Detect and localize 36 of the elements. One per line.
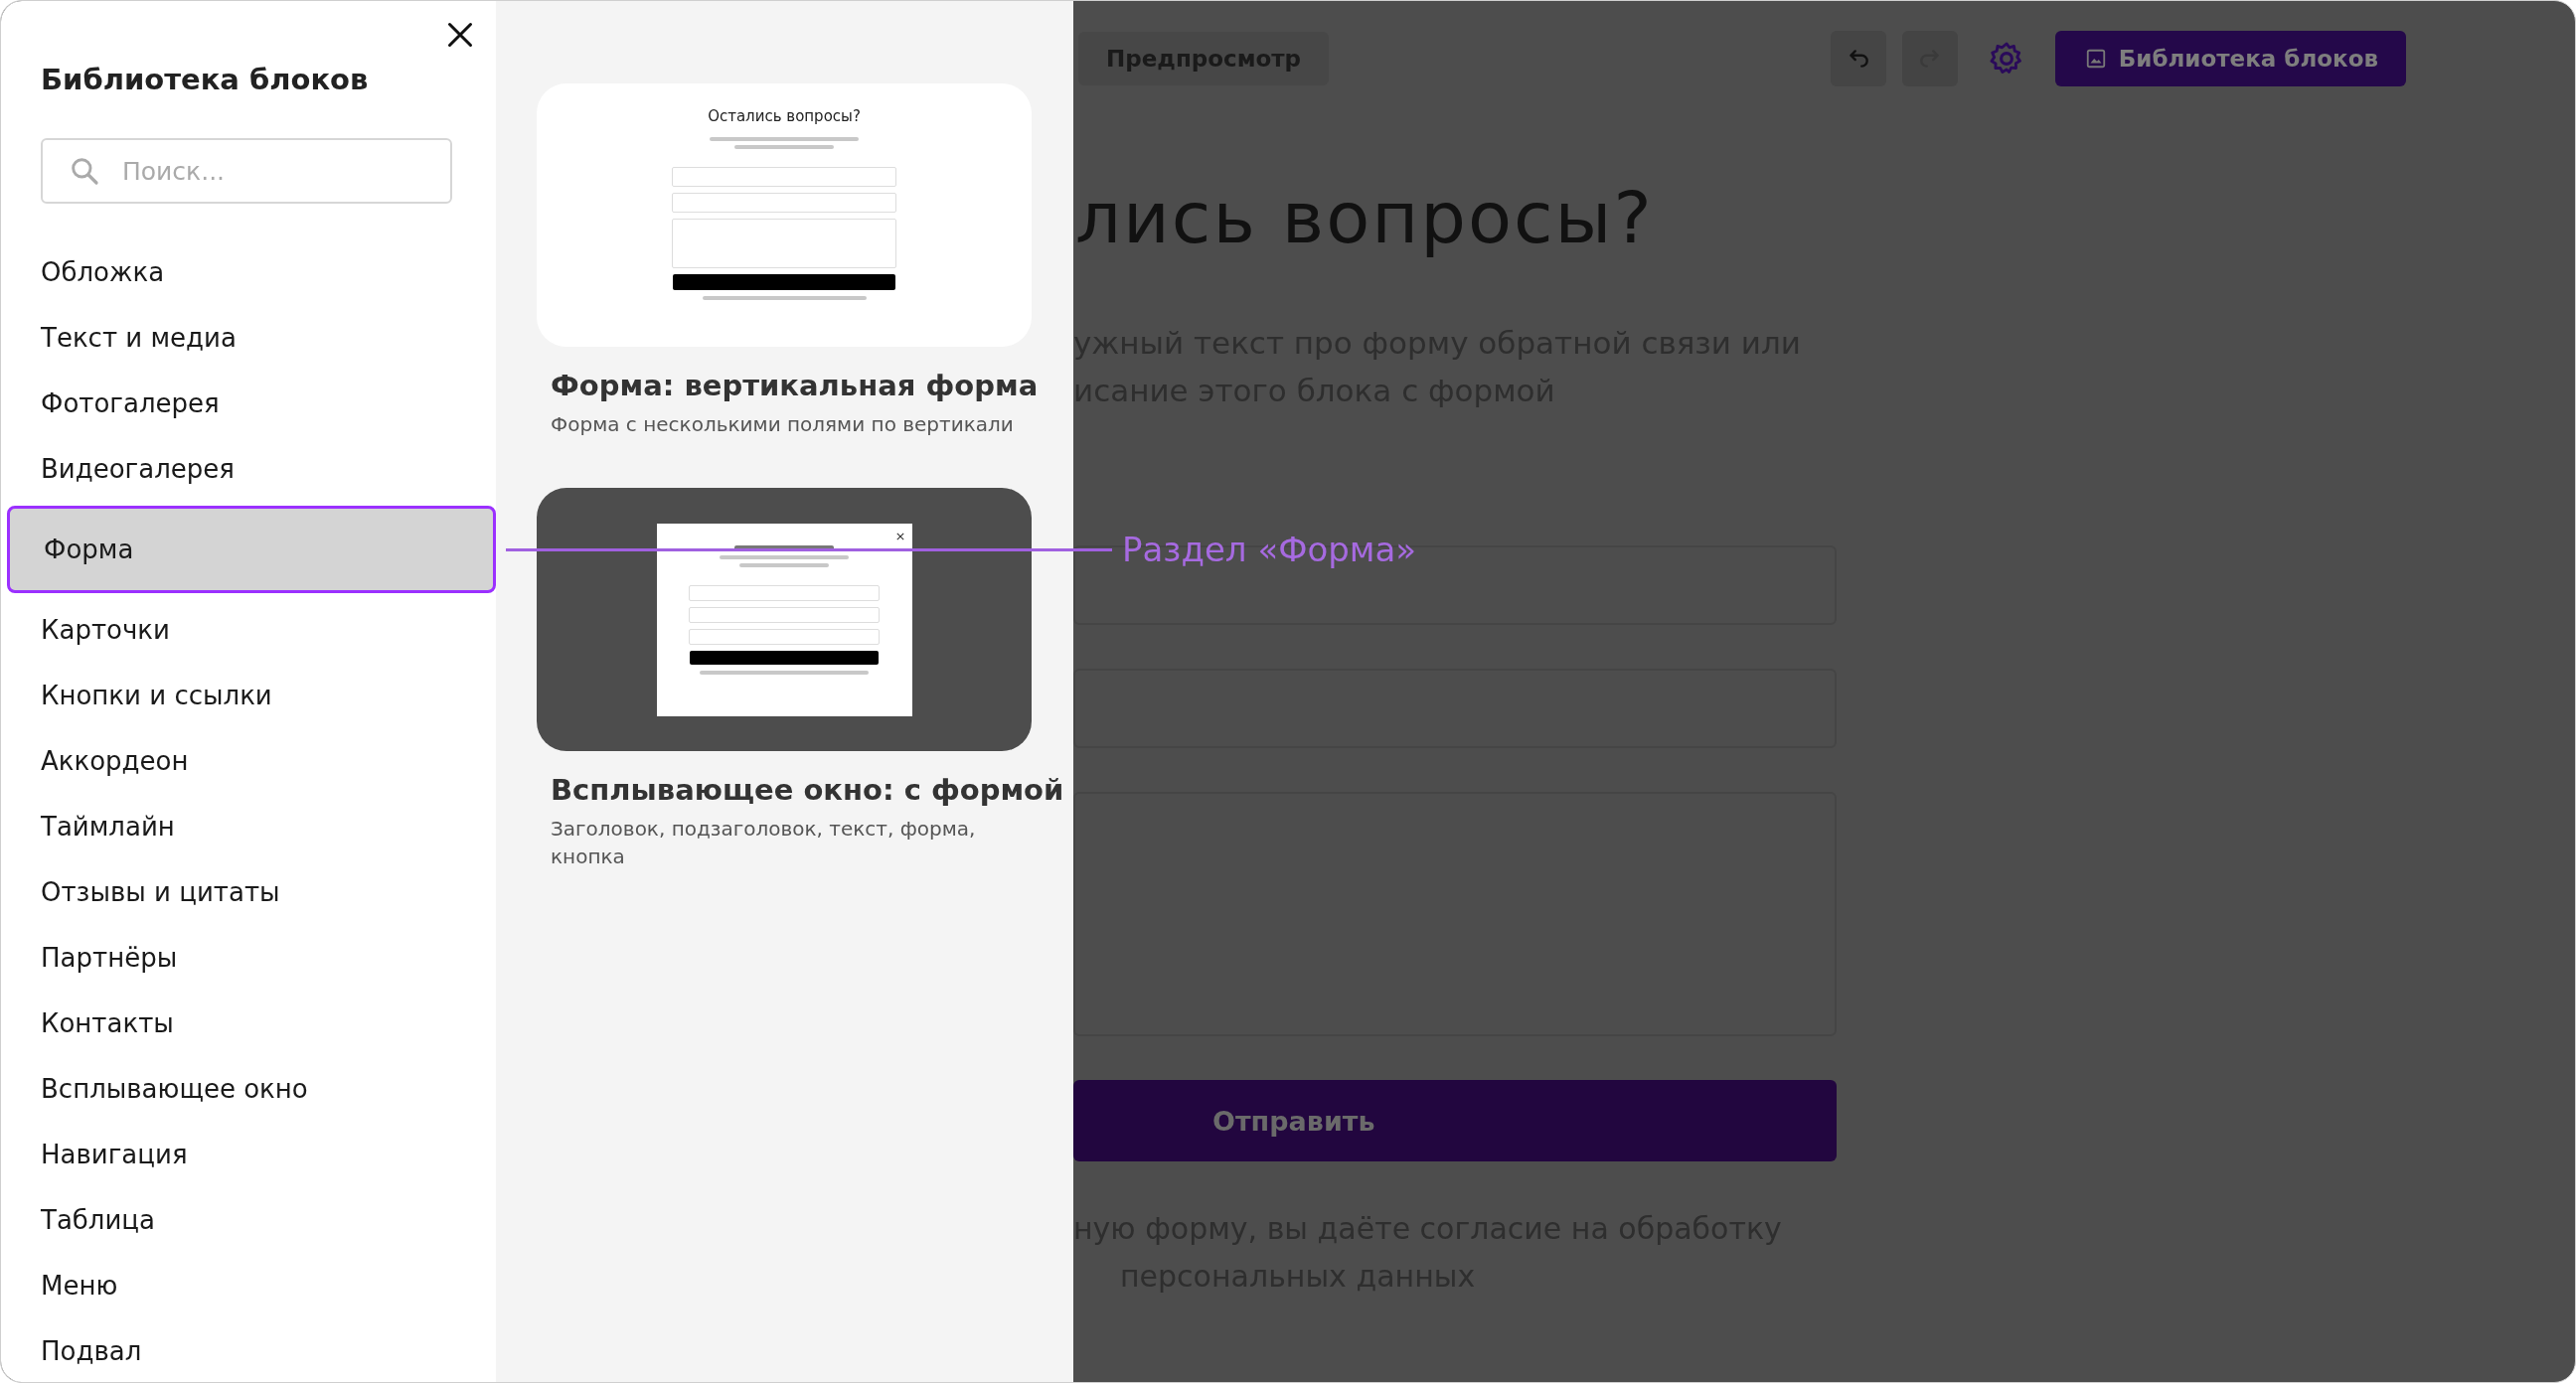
- close-icon[interactable]: [446, 21, 474, 49]
- category-item[interactable]: Отзывы и цитаты: [1, 859, 496, 925]
- search-icon: [69, 155, 100, 187]
- block-library-button[interactable]: Библиотека блоков: [2054, 31, 2406, 86]
- category-item[interactable]: Видеогалерея: [1, 436, 496, 502]
- preview-heading: Остались вопросы?: [708, 107, 861, 125]
- card-subtitle: Заголовок, подзаголовок, текст, форма, кнопка: [551, 816, 977, 870]
- sidebar-title: Библиотека блоков: [41, 63, 369, 96]
- form-field[interactable]: [1073, 669, 1837, 748]
- card-title: Форма: вертикальная форма: [551, 369, 1040, 402]
- undo-button[interactable]: [1830, 31, 1886, 86]
- category-item[interactable]: Обложка: [1, 239, 496, 305]
- category-item[interactable]: Фотогалерея: [1, 371, 496, 436]
- category-item[interactable]: Форма: [7, 506, 496, 593]
- category-item[interactable]: Подвал: [1, 1318, 496, 1382]
- category-item[interactable]: Всплывающее окно: [1, 1056, 496, 1122]
- category-item[interactable]: Таймлайн: [1, 794, 496, 859]
- category-item[interactable]: Аккордеон: [1, 728, 496, 794]
- page-heading: лись вопросы?: [1075, 176, 1655, 259]
- category-item[interactable]: Кнопки и ссылки: [1, 663, 496, 728]
- image-icon: [2084, 48, 2107, 70]
- search-field[interactable]: Поиск...: [41, 138, 452, 204]
- category-item[interactable]: Контакты: [1, 991, 496, 1056]
- close-icon: [895, 532, 904, 540]
- category-item[interactable]: Навигация: [1, 1122, 496, 1187]
- category-item[interactable]: Текст и медиа: [1, 305, 496, 371]
- card-title: Всплывающее окно: с формой: [551, 773, 1065, 807]
- form-field[interactable]: [1073, 792, 1837, 1036]
- card-subtitle: Форма с несколькими полями по вертикали: [551, 411, 1015, 438]
- category-item[interactable]: Партнёры: [1, 925, 496, 991]
- category-item[interactable]: Карточки: [1, 597, 496, 663]
- form-preview-thumbnail[interactable]: Остались вопросы?: [537, 83, 1032, 347]
- popup-preview-thumbnail[interactable]: [537, 488, 1032, 751]
- category-item[interactable]: Таблица: [1, 1187, 496, 1253]
- category-item[interactable]: Меню: [1, 1253, 496, 1318]
- annotation-label: Раздел «Форма»: [1122, 530, 1417, 569]
